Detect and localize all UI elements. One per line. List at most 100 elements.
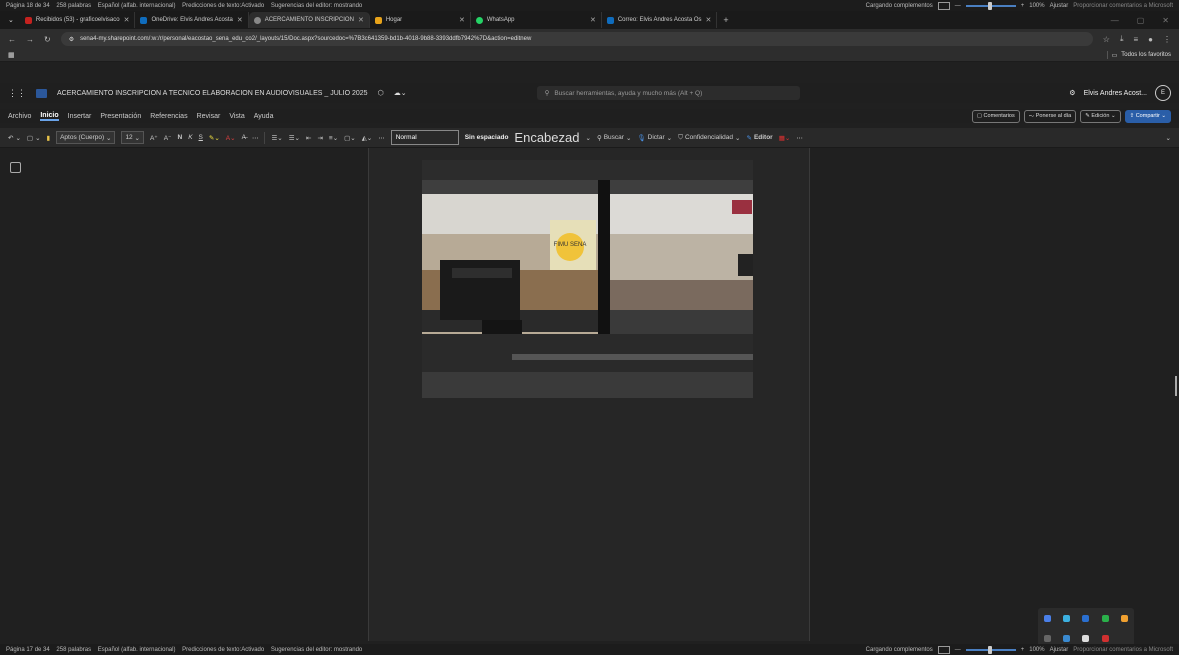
tab-whatsapp[interactable]: WhatsApp ✕ <box>471 12 602 28</box>
zoom-slider[interactable] <box>965 645 1016 654</box>
download-icon[interactable]: ⤓ <box>1120 34 1124 44</box>
document-title[interactable]: ACERCAMIENTO INSCRIPCION A TECNICO ELABO… <box>57 90 368 97</box>
font-color-icon[interactable]: A⌄ <box>226 134 236 142</box>
feedback-link[interactable]: Proporcionar comentarios a Microsoft <box>1073 3 1173 9</box>
tray-app-icon[interactable] <box>1044 614 1052 622</box>
tab-presentacion[interactable]: Presentación <box>100 113 141 120</box>
back-icon[interactable]: ← <box>8 35 16 44</box>
text-predictions[interactable]: Predicciones de texto:Activado <box>182 3 264 9</box>
align-icon[interactable]: ≡⌄ <box>329 134 338 142</box>
tray-app-icon[interactable] <box>1120 614 1128 622</box>
grow-font-icon[interactable]: A⁺ <box>150 134 158 142</box>
highlight-icon[interactable]: ✎⌄ <box>209 134 220 142</box>
sensitivity-button[interactable]: ⛉ Confidencialidad ⌄ <box>678 134 740 142</box>
tab-archivo[interactable]: Archivo <box>8 113 31 120</box>
word-count[interactable]: 258 palabras <box>56 3 91 9</box>
view-mode-icon[interactable] <box>937 1 950 10</box>
tab-insertar[interactable]: Insertar <box>68 113 92 120</box>
borders-icon[interactable]: ▢⌄ <box>344 134 356 142</box>
close-icon[interactable]: ✕ <box>237 16 243 24</box>
editor-suggestions[interactable]: Sugerencias del editor: mostrando <box>271 3 362 9</box>
site-info-icon[interactable]: ⚙ <box>69 36 74 43</box>
close-icon[interactable]: ✕ <box>590 16 596 24</box>
undo-button[interactable]: ↶ ⌄ <box>8 134 21 142</box>
page-count[interactable]: Página 18 de 34 <box>6 3 50 9</box>
user-name[interactable]: Elvis Andres Acost... <box>1084 90 1147 97</box>
page-count[interactable]: Página 17 de 34 <box>6 647 50 653</box>
style-normal[interactable]: Normal <box>390 130 459 145</box>
inserted-photo[interactable]: FIMU SENA <box>422 160 753 398</box>
tab-vista[interactable]: Vista <box>229 113 244 120</box>
underline-button[interactable]: S <box>199 134 203 141</box>
more-icon[interactable]: ⋯ <box>252 134 259 142</box>
tab-onedrive[interactable]: OneDrive: Elvis Andres Acosta ✕ <box>135 12 249 28</box>
increase-indent-icon[interactable]: ⇥ <box>317 134 322 142</box>
tray-app-icon[interactable] <box>1082 634 1090 642</box>
numbering-icon[interactable]: ☰⌄ <box>289 134 300 142</box>
reload-icon[interactable]: ↻ <box>44 35 51 44</box>
more-icon[interactable]: ⋯ <box>796 134 803 142</box>
tray-app-icon[interactable] <box>1101 634 1109 642</box>
extensions-icon[interactable]: ≡ <box>1133 35 1138 44</box>
new-tab-button[interactable]: + <box>723 15 728 25</box>
zoom-out-button[interactable]: — <box>955 3 961 9</box>
format-painter-icon[interactable]: ▮ <box>47 134 51 142</box>
zoom-in-button[interactable]: + <box>1021 647 1025 653</box>
tab-outlook[interactable]: Correo: Elvis Andres Acosta Os ✕ <box>602 12 718 28</box>
language[interactable]: Español (alfab. internacional) <box>98 3 176 9</box>
bookmark-star-icon[interactable]: ☆ <box>1103 35 1110 44</box>
profile-icon[interactable]: ● <box>1148 35 1153 44</box>
styles-dropdown-icon[interactable]: ⌄ <box>585 134 590 142</box>
forward-icon[interactable]: → <box>26 35 34 44</box>
document-canvas[interactable]: FIMU SENA <box>0 148 1179 641</box>
tab-document[interactable]: ACERCAMIENTO INSCRIPCION ✕ <box>248 12 370 28</box>
tab-hogar[interactable]: Hogar ✕ <box>370 12 471 28</box>
more-icon[interactable]: ⋯ <box>378 134 385 142</box>
editor-suggestions[interactable]: Sugerencias del editor: mostrando <box>271 647 362 653</box>
apps-grid-icon[interactable]: ▦ <box>8 51 15 59</box>
app-launcher-icon[interactable]: ⋮⋮ <box>8 88 26 99</box>
tab-gmail[interactable]: Recibidos (53) - graficoelvisaco ✕ <box>20 12 136 28</box>
save-status-icon[interactable]: ☁⌄ <box>394 89 407 97</box>
close-icon[interactable]: ✕ <box>358 16 364 24</box>
addins-icon[interactable]: ▦⌄ <box>779 134 791 142</box>
all-favorites-link[interactable]: Todos los favoritos <box>1121 52 1171 58</box>
shrink-font-icon[interactable]: A⁻ <box>164 134 172 142</box>
tab-referencias[interactable]: Referencias <box>150 113 187 120</box>
find-button[interactable]: ⚲ Buscar ⌄ <box>597 134 631 142</box>
word-count[interactable]: 258 palabras <box>56 647 91 653</box>
view-mode-icon[interactable] <box>937 645 950 654</box>
shading-icon[interactable]: ◭⌄ <box>362 134 372 142</box>
zoom-slider[interactable] <box>965 1 1016 10</box>
bullets-icon[interactable]: ☰⌄ <box>271 134 282 142</box>
collapse-ribbon-icon[interactable]: ⌄ <box>1166 134 1171 142</box>
url-field[interactable]: ⚙ sena4-my.sharepoint.com/:w:/r/personal/… <box>60 32 1093 46</box>
catchup-button[interactable]: 〜 Ponerse al día <box>1023 109 1077 123</box>
tab-actions-chevron-icon[interactable]: ⌄ <box>8 16 14 24</box>
font-family-select[interactable]: Aptos (Cuerpo) ⌄ <box>56 131 116 144</box>
settings-icon[interactable]: ⚙ <box>1069 89 1075 97</box>
tab-revisar[interactable]: Revisar <box>197 113 221 120</box>
search-box[interactable]: ⚲ Buscar herramientas, ayuda y mucho más … <box>536 86 800 100</box>
close-icon[interactable]: ✕ <box>459 16 465 24</box>
fit-button[interactable]: Ajustar <box>1050 3 1069 9</box>
zoom-out-button[interactable]: — <box>955 647 961 653</box>
style-heading[interactable]: Encabezad <box>514 130 579 145</box>
decrease-indent-icon[interactable]: ⇤ <box>306 134 311 142</box>
tray-app-icon[interactable] <box>1101 614 1109 622</box>
tab-inicio[interactable]: Inicio <box>40 112 59 121</box>
feedback-link[interactable]: Proporcionar comentarios a Microsoft <box>1073 647 1173 653</box>
language[interactable]: Español (alfab. internacional) <box>98 647 176 653</box>
tray-app-icon[interactable] <box>1082 614 1090 622</box>
font-size-select[interactable]: 12 ⌄ <box>121 131 144 144</box>
zoom-in-button[interactable]: + <box>1021 3 1025 9</box>
scrollbar[interactable] <box>1175 376 1177 396</box>
close-icon[interactable]: ✕ <box>124 16 130 24</box>
bold-button[interactable]: N <box>178 134 183 141</box>
browser-menu-icon[interactable]: ⋮ <box>1163 35 1171 44</box>
clear-format-icon[interactable]: A̶ <box>242 134 246 141</box>
editing-mode-button[interactable]: ✎ Edición ⌄ <box>1080 109 1121 123</box>
tab-ayuda[interactable]: Ayuda <box>254 113 274 120</box>
paste-button[interactable]: ▢ ⌄ <box>27 134 41 142</box>
minimize-button[interactable]: — <box>1111 16 1119 25</box>
